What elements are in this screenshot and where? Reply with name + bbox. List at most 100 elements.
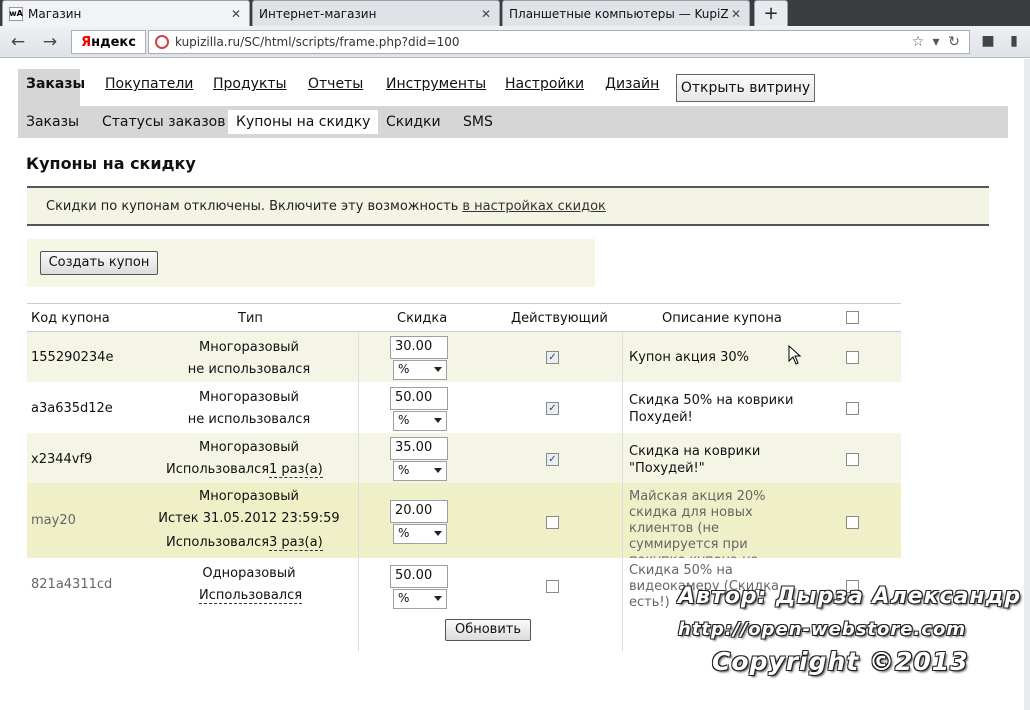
admin-page: Заказы Покупатели Продукты Отчеты Инстру…: [0, 59, 1030, 710]
coupon-description: Купон акция 30%: [629, 350, 749, 365]
discount-input[interactable]: 20.00: [390, 500, 448, 523]
coupon-description: Скидка на коврики "Похудей!": [629, 444, 761, 476]
sub-nav: Заказы Статусы заказов Купоны на скидку …: [18, 106, 1008, 138]
browser-tab-internet-shop[interactable]: Интернет-магазин ✕: [252, 0, 500, 26]
notice-text: Скидки по купонам отключены. Включите эт…: [46, 198, 459, 214]
coupon-code: a3a635d12e: [31, 401, 113, 416]
browser-tab-tablets[interactable]: Планшетные компьютеры — KupiZ… ✕: [502, 0, 750, 26]
url-text[interactable]: kupizilla.ru/SC/html/scripts/frame.php?d…: [175, 35, 909, 49]
discount-unit-value: %: [398, 591, 410, 605]
discount-unit-select[interactable]: %: [393, 360, 447, 380]
table-row: 155290234e Многоразовый не использовался…: [27, 332, 901, 382]
sub-nav-sms[interactable]: SMS: [455, 110, 501, 134]
reload-icon[interactable]: ↻: [945, 34, 963, 50]
browser-tab-title: Интернет-магазин: [259, 6, 377, 21]
discount-settings-link[interactable]: в настройках скидок: [462, 199, 606, 214]
site-identity-icon[interactable]: [155, 35, 169, 49]
main-nav-settings[interactable]: Настройки: [505, 69, 584, 109]
coupon-code: may20: [31, 513, 76, 528]
row-select-checkbox[interactable]: [846, 402, 859, 415]
row-select-checkbox[interactable]: [846, 516, 859, 529]
create-coupon-button[interactable]: Создать купон: [40, 251, 158, 275]
discount-input[interactable]: 50.00: [390, 565, 448, 588]
forward-arrow-icon[interactable]: →: [40, 33, 60, 51]
yandex-logo-red: Я: [81, 34, 92, 50]
scrollbar[interactable]: [1024, 59, 1030, 710]
sub-nav-discounts[interactable]: Скидки: [378, 110, 449, 134]
active-checkbox[interactable]: ✓: [546, 351, 559, 364]
header-type: Тип: [238, 311, 263, 326]
back-arrow-icon[interactable]: ←: [8, 33, 28, 51]
chevron-down-icon: [434, 367, 442, 372]
yandex-button[interactable]: Яндекс: [71, 30, 146, 54]
close-icon[interactable]: ✕: [479, 7, 493, 21]
header-active: Действующий: [511, 311, 608, 326]
chevron-down-icon: [434, 418, 442, 423]
update-button[interactable]: Обновить: [445, 619, 531, 641]
bookmark-icon[interactable]: ■: [979, 33, 997, 51]
page-title: Купоны на скидку: [26, 154, 196, 173]
browser-tab-title: Магазин: [28, 6, 82, 21]
wa-icon: wA: [9, 6, 23, 21]
table-row: x2344vf9 Многоразовый Использовался 1 ра…: [27, 433, 901, 483]
usage-count-link[interactable]: 1 раз(а): [269, 462, 323, 478]
menu-icon[interactable]: ▮: [1005, 33, 1023, 51]
active-checkbox[interactable]: ✓: [546, 402, 559, 415]
sub-nav-orders[interactable]: Заказы: [18, 110, 87, 134]
coupon-type: Многоразовый: [199, 340, 299, 355]
discount-unit-value: %: [398, 413, 410, 427]
main-nav-customers[interactable]: Покупатели: [105, 69, 193, 109]
active-checkbox[interactable]: [546, 580, 559, 593]
main-nav-tools[interactable]: Инструменты: [386, 69, 486, 109]
coupon-code: x2344vf9: [31, 452, 93, 467]
header-code: Код купона: [31, 311, 110, 326]
browser-tab-bar: wA Магазин ✕ Интернет-магазин ✕ Планшетн…: [0, 0, 1030, 26]
sub-nav-coupons[interactable]: Купоны на скидку: [228, 110, 379, 134]
browser-tab-shop[interactable]: wA Магазин ✕: [2, 0, 250, 26]
watermark-copyright: Copyright ©2013: [712, 647, 969, 676]
usage-count-link[interactable]: 3 раз(а): [269, 535, 323, 551]
discount-unit-select[interactable]: %: [393, 524, 447, 544]
chevron-down-icon: [434, 531, 442, 536]
open-storefront-button[interactable]: Открыть витрину: [676, 74, 815, 102]
main-nav-products[interactable]: Продукты: [213, 69, 287, 109]
discount-unit-value: %: [398, 526, 410, 540]
table-row: may20 Многоразовый Истек 31.05.2012 23:5…: [27, 483, 901, 584]
coupon-type: Многоразовый: [199, 489, 299, 504]
discount-input[interactable]: 35.00: [390, 437, 448, 460]
chevron-down-icon[interactable]: ▾: [927, 34, 945, 50]
discount-input[interactable]: 30.00: [390, 336, 448, 359]
coupon-status: не использовался: [187, 362, 311, 377]
active-checkbox[interactable]: [546, 516, 559, 529]
header-discount: Скидка: [397, 311, 448, 326]
watermark-site: http://open-webstore.com: [678, 619, 967, 640]
coupon-status[interactable]: Использовался: [199, 588, 303, 604]
main-nav-orders[interactable]: Заказы: [18, 69, 85, 109]
table-header: Код купона Тип Скидка Действующий Описан…: [27, 303, 901, 332]
row-select-checkbox[interactable]: [846, 351, 859, 364]
coupon-status: Использовался: [166, 462, 270, 477]
main-nav: Заказы Покупатели Продукты Отчеты Инстру…: [18, 69, 1008, 109]
close-icon[interactable]: ✕: [229, 7, 243, 21]
yandex-logo-rest: ндекс: [91, 34, 136, 50]
discount-unit-value: %: [398, 362, 410, 376]
main-nav-reports[interactable]: Отчеты: [308, 69, 363, 109]
discount-unit-select[interactable]: %: [393, 411, 447, 431]
sub-nav-order-statuses[interactable]: Статусы заказов: [94, 110, 233, 134]
coupon-description: Скидка 50% на коврики Похудей!: [629, 393, 794, 425]
coupon-expiry: Истек 31.05.2012 23:59:59: [158, 511, 340, 526]
row-select-checkbox[interactable]: [846, 453, 859, 466]
close-icon[interactable]: ✕: [729, 7, 743, 21]
main-nav-design[interactable]: Дизайн: [605, 69, 659, 109]
discount-unit-select[interactable]: %: [393, 461, 447, 481]
new-tab-button[interactable]: +: [754, 0, 788, 26]
chevron-down-icon: [434, 468, 442, 473]
select-all-checkbox[interactable]: [846, 311, 859, 324]
active-checkbox[interactable]: ✓: [546, 453, 559, 466]
discount-unit-select[interactable]: %: [393, 589, 447, 609]
address-bar[interactable]: kupizilla.ru/SC/html/scripts/frame.php?d…: [148, 30, 970, 54]
plus-icon: +: [763, 3, 779, 24]
discount-input[interactable]: 50.00: [390, 387, 448, 410]
watermark-author: Автор: Дырза Александр: [678, 584, 1022, 609]
star-icon[interactable]: ☆: [909, 34, 927, 50]
